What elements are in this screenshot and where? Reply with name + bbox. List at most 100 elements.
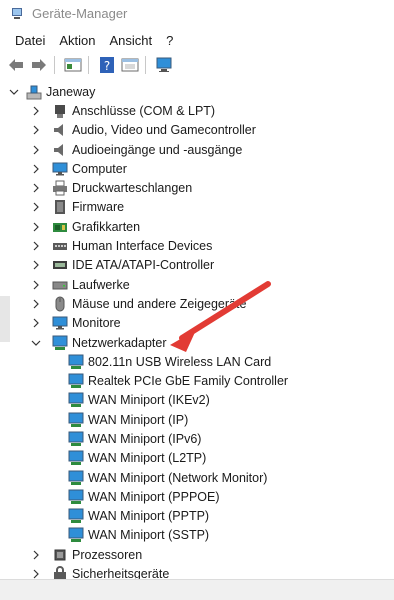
- scan-hardware-button[interactable]: [154, 55, 174, 75]
- tree-category[interactable]: Anschlüsse (COM & LPT): [0, 101, 394, 120]
- toolbar-separator: [88, 56, 89, 74]
- tree-category[interactable]: Druckwarteschlangen: [0, 178, 394, 197]
- device-label: WAN Miniport (IPv6): [88, 431, 202, 446]
- device-label: WAN Miniport (PPTP): [88, 509, 210, 524]
- chevron-right-icon[interactable]: [30, 221, 42, 233]
- tree-category[interactable]: Monitore: [0, 314, 394, 333]
- chevron-down-icon[interactable]: [30, 337, 42, 349]
- network-device-item[interactable]: Realtek PCIe GbE Family Controller: [0, 371, 394, 390]
- category-label: Human Interface Devices: [72, 239, 213, 254]
- toolbar: ?: [0, 52, 394, 78]
- network-adapter-icon: [52, 335, 68, 351]
- tree-root-label: Janeway: [46, 84, 96, 99]
- chevron-right-icon[interactable]: [30, 182, 42, 194]
- network-device-item[interactable]: WAN Miniport (IP): [0, 410, 394, 429]
- tree-category[interactable]: IDE ATA/ATAPI-Controller: [0, 256, 394, 275]
- network-device-item[interactable]: WAN Miniport (PPPOE): [0, 487, 394, 506]
- network-adapter-icon: [68, 508, 84, 524]
- security-device-icon: [52, 566, 68, 580]
- tree-category[interactable]: Grafikkarten: [0, 217, 394, 236]
- back-button[interactable]: [6, 55, 26, 75]
- speaker-icon: [52, 142, 68, 158]
- tree-category[interactable]: Prozessoren: [0, 545, 394, 564]
- category-label: Audio, Video und Gamecontroller: [72, 123, 256, 138]
- menu-bar: Datei Aktion Ansicht ?: [0, 30, 394, 50]
- tree-category[interactable]: Sicherheitsgeräte: [0, 564, 394, 580]
- tree-category[interactable]: Audio, Video und Gamecontroller: [0, 121, 394, 140]
- category-label: Prozessoren: [72, 547, 143, 562]
- hid-icon: [52, 238, 68, 254]
- tree-category[interactable]: Human Interface Devices: [0, 236, 394, 255]
- chevron-right-icon[interactable]: [30, 549, 42, 561]
- category-label: Anschlüsse (COM & LPT): [72, 103, 216, 118]
- ide-controller-icon: [52, 257, 68, 273]
- category-label: Firmware: [72, 200, 125, 215]
- network-device-item[interactable]: WAN Miniport (SSTP): [0, 526, 394, 545]
- graphics-card-icon: [52, 219, 68, 235]
- network-adapter-icon: [68, 431, 84, 447]
- chevron-right-icon[interactable]: [30, 144, 42, 156]
- network-device-item[interactable]: 802.11n USB Wireless LAN Card: [0, 352, 394, 371]
- printer-icon: [52, 180, 68, 196]
- update-driver-button[interactable]: [120, 55, 140, 75]
- network-device-item[interactable]: WAN Miniport (PPTP): [0, 507, 394, 526]
- chevron-right-icon[interactable]: [30, 317, 42, 329]
- network-adapter-icon: [68, 470, 84, 486]
- mouse-icon: [52, 296, 68, 312]
- tree-category[interactable]: Laufwerke: [0, 275, 394, 294]
- chevron-right-icon[interactable]: [30, 201, 42, 213]
- device-label: WAN Miniport (IP): [88, 412, 189, 427]
- device-label: WAN Miniport (SSTP): [88, 528, 210, 543]
- device-label: 802.11n USB Wireless LAN Card: [88, 354, 272, 369]
- category-label: Netzwerkadapter: [72, 335, 167, 350]
- chevron-right-icon[interactable]: [30, 124, 42, 136]
- network-adapter-icon: [68, 373, 84, 389]
- svg-text:?: ?: [104, 59, 110, 73]
- device-tree: Janeway Anschlüsse (COM & LPT) Audio, Vi…: [0, 82, 394, 580]
- help-button[interactable]: ?: [97, 55, 117, 75]
- tree-category[interactable]: Firmware: [0, 198, 394, 217]
- network-device-item[interactable]: WAN Miniport (IPv6): [0, 429, 394, 448]
- chevron-right-icon[interactable]: [30, 163, 42, 175]
- firmware-icon: [52, 199, 68, 215]
- chevron-right-icon[interactable]: [30, 240, 42, 252]
- update-driver-icon: [121, 58, 139, 72]
- tree-root-janeway[interactable]: Janeway: [0, 82, 394, 101]
- tree-category-netzwerkadapter[interactable]: Netzwerkadapter: [0, 333, 394, 352]
- tree-category[interactable]: Audioeingänge und -ausgänge: [0, 140, 394, 159]
- forward-button[interactable]: [29, 55, 49, 75]
- chevron-right-icon[interactable]: [30, 259, 42, 271]
- tree-category[interactable]: Mäuse und andere Zeigegeräte: [0, 294, 394, 313]
- menu-aktion[interactable]: Aktion: [58, 33, 96, 48]
- scan-hardware-icon: [156, 57, 172, 72]
- menu-help[interactable]: ?: [165, 33, 174, 48]
- properties-button[interactable]: [63, 55, 83, 75]
- chevron-right-icon[interactable]: [30, 279, 42, 291]
- chevron-right-icon[interactable]: [30, 298, 42, 310]
- category-label: Computer: [72, 161, 127, 176]
- device-label: WAN Miniport (L2TP): [88, 451, 207, 466]
- category-label: IDE ATA/ATAPI-Controller: [72, 258, 215, 273]
- device-label: WAN Miniport (PPPOE): [88, 489, 220, 504]
- network-device-item[interactable]: WAN Miniport (Network Monitor): [0, 468, 394, 487]
- network-adapter-icon: [68, 412, 84, 428]
- computer-root-icon: [26, 84, 42, 100]
- chevron-down-icon[interactable]: [8, 86, 20, 98]
- category-label: Audioeingänge und -ausgänge: [72, 142, 243, 157]
- device-label: WAN Miniport (IKEv2): [88, 393, 210, 408]
- back-arrow-icon: [9, 59, 23, 71]
- tree-category[interactable]: Computer: [0, 159, 394, 178]
- network-device-item[interactable]: WAN Miniport (IKEv2): [0, 391, 394, 410]
- network-adapter-icon: [68, 527, 84, 543]
- processor-icon: [52, 547, 68, 563]
- network-device-item[interactable]: WAN Miniport (L2TP): [0, 449, 394, 468]
- chevron-right-icon[interactable]: [30, 105, 42, 117]
- menu-datei[interactable]: Datei: [14, 33, 46, 48]
- window-title: Geräte-Manager: [32, 5, 128, 21]
- menu-ansicht[interactable]: Ansicht: [109, 33, 154, 48]
- properties-icon: [64, 58, 82, 72]
- category-label: Monitore: [72, 316, 121, 331]
- network-adapter-icon: [68, 450, 84, 466]
- category-label: Druckwarteschlangen: [72, 181, 193, 196]
- network-adapter-icon: [68, 354, 84, 370]
